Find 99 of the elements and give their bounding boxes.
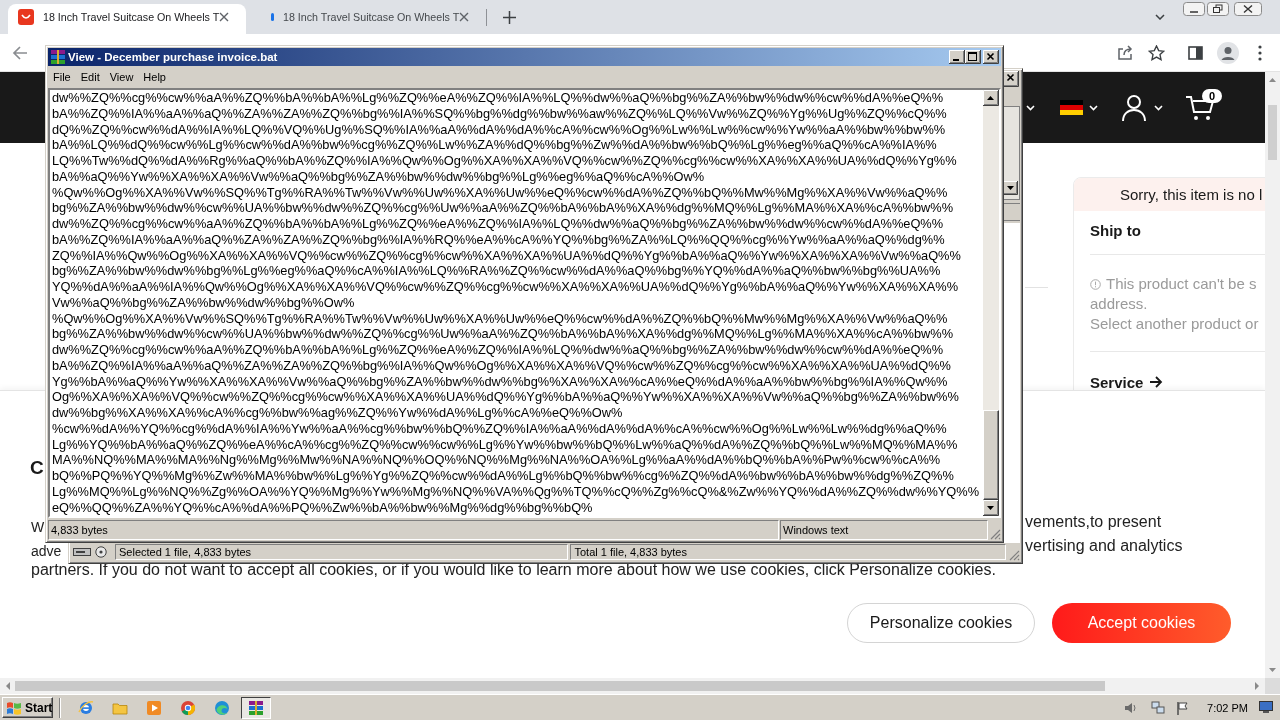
flag-logo-icon [6,700,22,715]
wave-logo-icon [214,699,230,716]
stacked-books-icon [248,699,264,716]
status-text: Total 1 file, 4,833 bytes [570,544,1006,560]
close-button[interactable] [1234,2,1262,16]
new-tab-plus-icon[interactable] [503,11,516,24]
banner-text: vertising and analytics [1025,536,1183,556]
clock-text: 7:02 PM [1207,701,1248,714]
monitor-icon[interactable] [1259,701,1273,714]
info-icon [1090,278,1101,290]
text-line: eQ%%QQ%%ZA%%YQ%%cA%%dA%%PQ%%Zw%%bA%%bw%%Mg%%dg%%bg%%bQ% [52,499,594,516]
text-line: Og%%XA%%XA%%VQ%%cw%%ZQ%%cg%%cw%%XA%%XA%%UA%%dQ%%Yg%%bA%%aQ%%Yw%%XA%%XA%%Vw%%aQ%%bg%%ZA%%bw%% [52,389,960,405]
text-line: bA%%ZQ%%IA%%aA%%aQ%%ZA%%ZA%%ZQ%%bg%%IA%%SQ%%bg%%dg%%bw%%aw%%ZQ%%LQ%%Vw%%ZQ%%Yg%%Ug%%ZQ%%cQ%% [52,105,948,122]
warning-text: Select another product or [1090,314,1259,334]
vertical-scrollbar[interactable] [1265,72,1280,678]
accept-cookies-button[interactable]: Accept cookies [1052,603,1231,643]
cart-icon[interactable] [1185,94,1215,121]
scroll-down-button[interactable] [983,500,999,516]
restore-button[interactable] [1207,2,1229,16]
user-icon[interactable] [1121,93,1147,122]
stacked-books-icon [50,49,66,65]
arrow-right-icon [1149,376,1164,388]
text-line: bg%%ZA%%bw%%dw%%cw%%UA%%bw%%dw%%ZQ%%cg%%Uw%%aA%%ZQ%%bA%%bA%%XA%%dg%%MQ%%Lg%%MA%%XA%%cA%%bw%% [52,200,955,216]
text-line: dw%%ZQ%%cg%%cw%%aA%%ZQ%%bA%%bA%%Lg%%ZQ%%eA%%ZQ%%IA%%LQ%%dw%%aQ%%bg%%ZA%%bw%%dw%%cw%%dA%%eQ%% [52,216,945,232]
scrollbar-corner [1265,678,1280,694]
maximize-button[interactable] [965,50,981,64]
text-line: Lg%%YQ%%bA%%aQ%%ZQ%%eA%%cA%%cg%%ZQ%%cw%%cw%%Lg%%Yw%%bw%%bQ%%Lw%%aQ%%dA%%ZQ%%bQ%%Lw%%MQ%%MA%% [52,436,959,453]
warning-text: This product can't be s [1106,274,1257,294]
status-text: Windows text [780,520,988,540]
scroll-thumb[interactable] [1268,105,1277,160]
flag-icon[interactable] [1176,700,1191,715]
text-line: Vw%%aQ%%bg%%ZA%%bw%%dw%%bg%%Ow% [52,294,356,311]
personalize-cookies-button[interactable]: Personalize cookies [847,603,1035,643]
close-icon[interactable] [219,12,230,22]
status-text: 4,833 bytes [48,520,779,540]
banner-title: C [30,456,44,480]
minimize-button[interactable] [949,50,965,64]
text-line: bA%%ZQ%%IA%%aA%%aQ%%ZA%%ZA%%ZQ%%bg%%IA%%RQ%%eA%%cA%%YQ%%bg%%ZA%%LQ%%QQ%%cg%%Yw%%aA%%aQ%%dg%% [52,231,946,248]
horizontal-scrollbar[interactable] [0,678,1265,694]
network-icon[interactable] [1151,700,1166,715]
scroll-up-button[interactable] [983,90,999,106]
side-panel-icon[interactable] [1188,45,1203,60]
share-icon[interactable] [1117,44,1133,61]
text-line: YQ%%dA%%aA%%IA%%Qw%%Og%%XA%%XA%%VQ%%cw%%ZQ%%cg%%cw%%XA%%XA%%UA%%dQ%%Yg%%bA%%aQ%%Yw%%XA%%XA%% [52,279,960,295]
status-text: Selected 1 file, 4,833 bytes [115,544,569,560]
service-link[interactable]: Service [1090,367,1265,390]
star-icon[interactable] [1148,44,1165,61]
notice-banner: Sorry, this item is no l [1074,178,1265,211]
menu-item[interactable]: File [48,70,76,83]
banner-text: adve [31,544,62,558]
resize-grip-icon[interactable] [989,528,1001,540]
cart-badge: 0 [1202,88,1223,103]
text-line: bg%%ZA%%bw%%dw%%bg%%Lg%%eg%%aQ%%cA%%IA%%LQ%%RA%%ZQ%%cw%%dA%%aQ%%bg%%YQ%%dA%%aQ%%bw%%bg%%UA%% [52,263,942,279]
disc-icon [94,546,108,558]
speaker-icon[interactable] [1124,700,1139,715]
browser-tab[interactable]: 18 Inch Travel Suitcase On Wheels T [249,4,487,34]
menu-item[interactable]: Edit [75,70,105,83]
start-button[interactable]: Start [2,697,53,718]
text-line: bA%%LQ%%dQ%%cw%%Lg%%cw%%dA%%bw%%cg%%ZQ%%Lw%%ZA%%dQ%%bg%%Zw%%dA%%bw%%bQ%%Lg%%eg%%aQ%%cA%%IA%% [52,137,938,153]
play-icon [146,699,162,716]
chevron-down-icon[interactable] [1155,14,1165,20]
text-line: dQ%%ZQ%%cw%%dA%%IA%%LQ%%VQ%%Ug%%SQ%%IA%%aA%%dA%%dA%%cA%%cw%%Og%%Lw%%Lw%%cw%%Yw%%aA%%bw%%bw%% [52,121,947,138]
menu-item[interactable]: Help [138,70,171,83]
wheel-logo-icon [180,699,196,716]
ship-to-label: Ship to [1090,221,1142,241]
close-icon[interactable] [459,12,470,22]
text-line: LQ%%Tw%%dQ%%dA%%Rg%%aQ%%bA%%ZQ%%IA%%Qw%%Og%%XA%%XA%%VQ%%cw%%ZQ%%cg%%cw%%XA%%XA%%UA%%dQ%%Yg%% [52,153,958,169]
text-line: bQ%%PQ%%YQ%%Mg%%Zw%%MA%%bw%%Lg%%Yg%%ZQ%%cw%%dA%%Lg%%bQ%%bw%%cg%%ZQ%%dA%%bw%%bA%%bw%%dg%%ZQ%% [52,468,955,484]
text-line: %Qw%%Og%%XA%%Vw%%SQ%%Tg%%RA%%Tw%%Vw%%Uw%%XA%%Uw%%eQ%%cw%%dA%%ZQ%%bQ%%Mw%%Mg%%XA%%Vw%%aQ%% [52,184,949,201]
text-line: dw%%ZQ%%cg%%cw%%aA%%ZQ%%bA%%bA%%Lg%%ZQ%%eA%%ZQ%%IA%%LQ%%dw%%aQ%%bg%%ZA%%bw%%dw%%cw%%dA%%eQ%% [52,342,945,358]
warning-text: address. [1090,294,1148,314]
menu-item[interactable]: View [104,70,139,83]
text-line: bA%%aQ%%Yw%%XA%%XA%%Vw%%aQ%%bg%%ZA%%bw%%dw%%bg%%Lg%%eg%%aQ%%cA%%Ow% [52,168,706,185]
text-line: ZQ%%IA%%Qw%%Og%%XA%%XA%%VQ%%cw%%ZQ%%cg%%cw%%XA%%XA%%UA%%dQ%%Yg%%bA%%aQ%%Yw%%XA%%XA%%Vw%%aQ%% [52,247,962,264]
scroll-thumb[interactable] [15,681,1105,691]
resize-grip-icon[interactable] [1008,549,1020,561]
text-line: bA%%ZQ%%IA%%aA%%aQ%%ZA%%ZA%%ZQ%%bg%%IA%%Qw%%Og%%XA%%XA%%VQ%%cw%%ZQ%%cg%%cw%%XA%%XA%%UA%%dQ%% [52,357,952,374]
text-line: Yg%%bA%%aQ%%Yw%%XA%%XA%%Vw%%aQ%%bg%%ZA%%bw%%dw%%bg%%XA%%XA%%cA%%eQ%%dA%%aA%%bw%%bg%%IA%%Qw%% [52,373,949,390]
text-line: Lg%%MQ%%Lg%%NQ%%Zg%%OA%%YQ%%Mg%%Yw%%Mg%%NQ%%VA%%Qg%%TQ%%cQ%%Zg%%cQ%&%Zw%%YQ%%dA%%ZQ%%dw%%YQ%% [52,483,981,500]
text-line: %cw%%dA%%YQ%%cg%%dA%%IA%%Yw%%aA%%cg%%bw%%bQ%%ZQ%%IA%%aA%%dA%%dA%%cA%%cw%%Og%%Lw%%Lw%%dg%%aQ%% [52,420,948,437]
text-line: dw%%bg%%XA%%XA%%cA%%cg%%bw%%ag%%ZQ%%Yw%%dA%%Lg%%cA%%eQ%%Ow% [52,405,624,421]
text-line: MA%%NQ%%MA%%MA%%Ng%%Mg%%Mw%%NA%%NQ%%OQ%%NQ%%Mg%%NA%%OA%%Lg%%aA%%dA%%bQ%%bA%%Pw%%cw%%cA%% [52,452,942,468]
banner-text: vements,to present [1025,512,1162,532]
banner-text: W [31,520,45,534]
browser-tab[interactable]: 18 Inch Travel Suitcase On Wheels T [8,4,246,34]
text-line: %Qw%%Og%%XA%%Vw%%SQ%%Tg%%RA%%Tw%%Vw%%Uw%%XA%%Uw%%eQ%%cw%%dA%%ZQ%%bQ%%Mw%%Mg%%XA%%Vw%%aQ%% [52,310,949,327]
drive-icon [73,548,91,556]
flag-icon[interactable] [1060,100,1083,115]
more-menu-icon[interactable] [1258,44,1262,61]
vertical-scrollbar[interactable] [983,90,999,516]
scroll-thumb[interactable] [983,410,999,500]
e-globe-icon [78,699,94,716]
taskbar-app-button[interactable] [241,696,271,719]
text-line: bg%%ZA%%bw%%dw%%cw%%UA%%bw%%dw%%ZQ%%cg%%Uw%%aA%%ZQ%%bA%%bA%%XA%%dg%%MQ%%Lg%%MA%%XA%%cA%%bw%% [52,326,955,342]
text-line: dw%%ZQ%%cg%%cw%%aA%%ZQ%%bA%%bA%%Lg%%ZQ%%eA%%ZQ%%IA%%LQ%%dw%%aQ%%bg%%ZA%%bw%%dw%%cw%%dA%%eQ%% [52,90,945,106]
profile-icon[interactable] [1217,41,1239,64]
back-arrow-icon[interactable] [12,44,28,61]
window-title: View - December purchase invoice.bat [68,51,278,63]
close-button[interactable] [983,50,999,64]
